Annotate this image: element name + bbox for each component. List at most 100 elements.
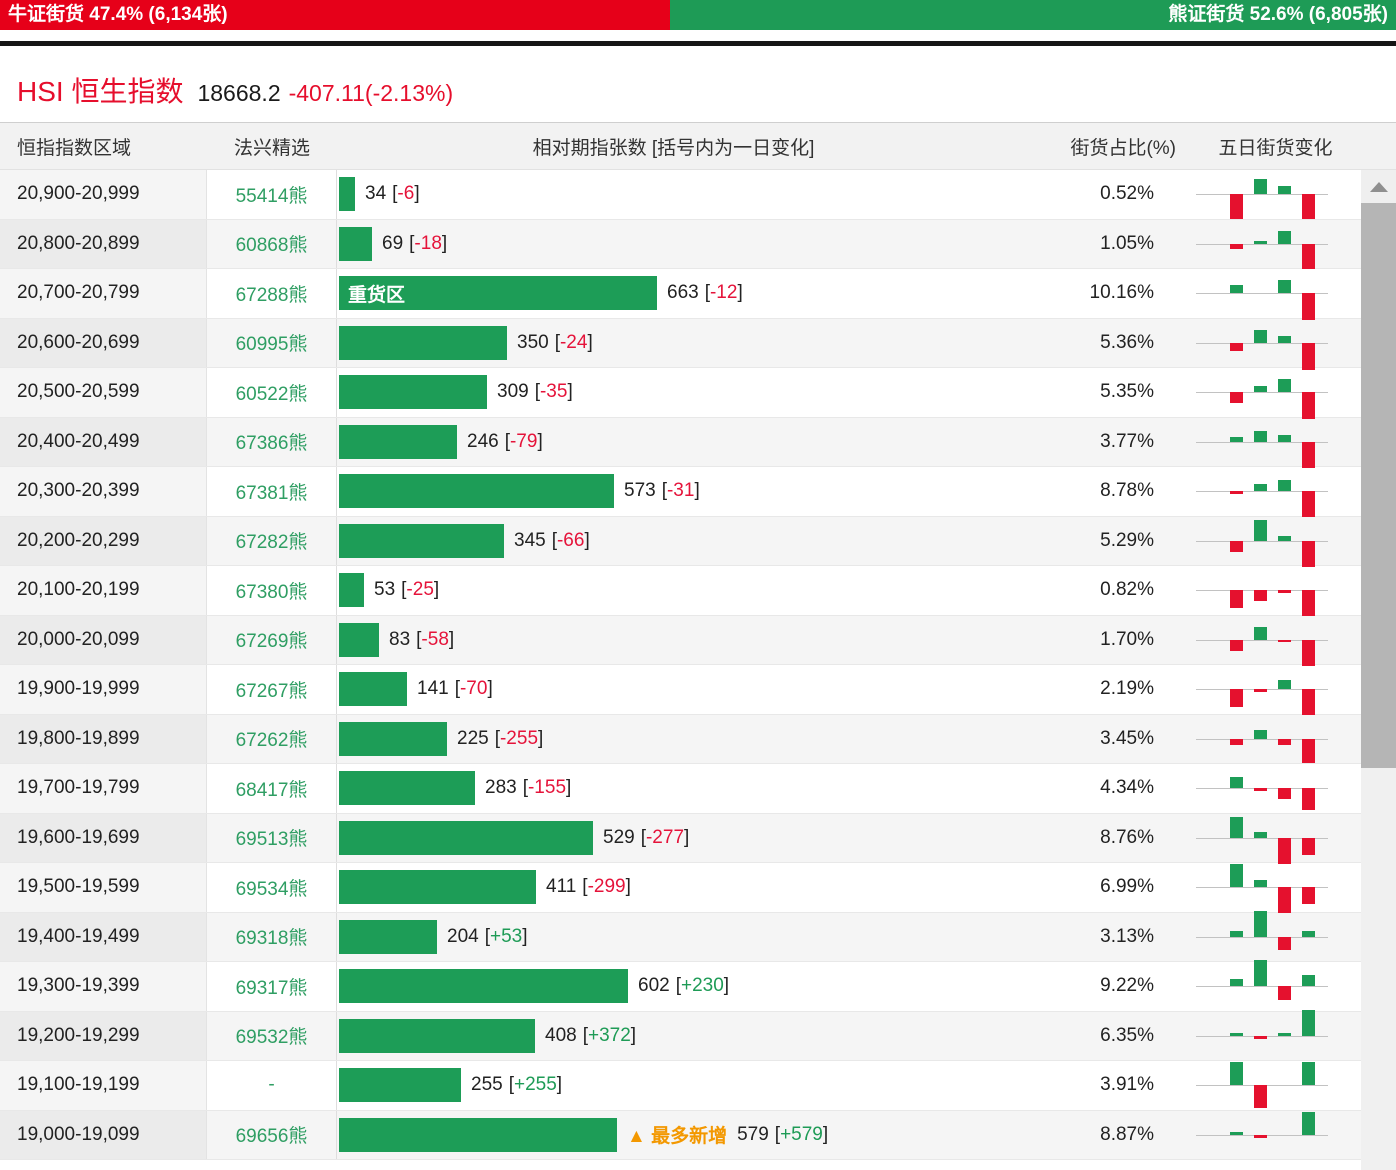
table-row: 19,600-19,699 69513熊 529 [-277] 8.76% (0, 813, 1396, 864)
table-row: 20,800-20,899 60868熊 69 [-18] 1.05% (0, 219, 1396, 269)
five-day-sparkline (1196, 368, 1328, 420)
change-number: -79 (509, 430, 538, 452)
spark-bar-up (1253, 960, 1267, 987)
spark-bar-up (1229, 816, 1243, 838)
code-link[interactable]: 69532熊 (236, 1022, 308, 1049)
vertical-scrollbar[interactable] (1361, 170, 1396, 1170)
code-cell: 69532熊 (207, 1011, 337, 1060)
spark-bar-down (1301, 738, 1315, 763)
pct-cell: 1.05% (1010, 220, 1190, 269)
volume-change: [+53] (484, 925, 528, 947)
pct-value: 6.99% (1100, 876, 1154, 898)
volume-change: [-66] (551, 529, 590, 551)
change-number: -25 (406, 579, 434, 601)
volume-value: 225 (457, 727, 489, 749)
table-row: 19,100-19,199 - 255 [+255] 3.91% (0, 1061, 1396, 1111)
volume-change: [-79] (504, 430, 543, 452)
volume-change: [+255] (508, 1074, 563, 1096)
code-link[interactable]: 69513熊 (236, 824, 308, 851)
scrollbar-thumb[interactable] (1361, 203, 1396, 768)
range-label: 20,600-20,699 (17, 331, 140, 353)
five-day-sparkline (1196, 960, 1328, 1011)
bar-cell: 83 [-58] (337, 616, 1010, 665)
volume-value: 573 (624, 480, 656, 502)
range-label: 19,000-19,099 (17, 1123, 140, 1145)
spark-bar-down (1253, 689, 1267, 693)
code-link[interactable]: 60868熊 (236, 230, 308, 257)
partial-next-row (0, 1160, 1396, 1169)
bar-cell: 602 [+230] (337, 962, 1010, 1011)
volume-change: [-70] (454, 678, 493, 700)
code-cell: 67262熊 (207, 714, 337, 763)
spark-bar-up (1253, 880, 1267, 888)
range-label: 19,800-19,899 (17, 727, 140, 749)
code-link[interactable]: 67282熊 (236, 527, 308, 554)
range-cell: 20,800-20,899 (0, 219, 207, 268)
code-link[interactable]: 69534熊 (236, 874, 308, 901)
change-number: -70 (459, 678, 488, 700)
scroll-up-button[interactable] (1361, 170, 1396, 203)
spark-bar-up (1253, 626, 1267, 640)
volume-bar (339, 820, 593, 855)
spark-bar-down (1277, 887, 1291, 914)
header-range: 恒指指数区域 (17, 137, 132, 159)
range-cell: 20,600-20,699 (0, 318, 207, 367)
range-label: 20,800-20,899 (17, 232, 140, 254)
code-link[interactable]: 69318熊 (236, 923, 308, 950)
volume-bar (339, 177, 355, 212)
spark-cell (1190, 319, 1361, 370)
pct-value: 8.76% (1100, 826, 1154, 848)
five-day-sparkline (1196, 665, 1328, 716)
range-cell: 19,500-19,599 (0, 863, 207, 912)
code-link[interactable]: 69317熊 (236, 973, 308, 1000)
five-day-sparkline (1196, 467, 1328, 518)
code-cell: 60522熊 (207, 368, 337, 417)
spark-bar-down (1301, 491, 1315, 518)
code-link[interactable]: 55414熊 (236, 181, 308, 208)
code-link[interactable]: 67386熊 (236, 428, 308, 455)
spark-bar-down (1229, 342, 1243, 351)
bar-cell: 408 [+372] (337, 1012, 1010, 1061)
code-link[interactable]: 69656熊 (236, 1121, 308, 1148)
pct-cell: 3.77% (1010, 418, 1190, 467)
spark-bar-down (1277, 788, 1291, 800)
volume-value: 69 (382, 232, 404, 254)
volume-change: [+579] (774, 1123, 829, 1145)
spark-cell (1190, 1061, 1361, 1110)
code-link[interactable]: 60995熊 (236, 329, 308, 356)
spark-cell (1190, 616, 1361, 666)
bar-cell: 573 [-31] (337, 467, 1010, 516)
code-link[interactable]: 67267熊 (236, 676, 308, 703)
table-row: 20,200-20,299 67282熊 345 [-66] 5.29% (0, 516, 1396, 567)
range-cell: 20,500-20,599 (0, 368, 207, 417)
code-cell: 69317熊 (207, 962, 337, 1011)
code-link[interactable]: 67269熊 (236, 626, 308, 653)
spark-bar-down (1229, 689, 1243, 708)
spark-bar-down (1301, 639, 1315, 666)
spark-bar-up (1301, 1009, 1315, 1036)
code-link[interactable]: 67381熊 (236, 478, 308, 505)
table-row: 19,800-19,899 67262熊 225 [-255] 3.45% (0, 714, 1396, 764)
spark-cell (1190, 1009, 1361, 1061)
change-number: +579 (780, 1123, 823, 1145)
code-link[interactable]: 67262熊 (236, 725, 308, 752)
volume-value: 345 (514, 529, 546, 551)
range-cell: 20,400-20,499 (0, 417, 207, 466)
spark-bar-up (1277, 335, 1291, 343)
code-link[interactable]: 67288熊 (236, 280, 308, 307)
five-day-sparkline (1196, 1009, 1328, 1061)
change-number: -6 (397, 183, 415, 205)
range-label: 20,300-20,399 (17, 480, 140, 502)
volume-value: 579 (737, 1123, 769, 1145)
pct-cell: 3.13% (1010, 913, 1190, 962)
code-link[interactable]: 60522熊 (236, 379, 308, 406)
code-link[interactable]: 67380熊 (236, 577, 308, 604)
volume-change: [+372] (582, 1024, 637, 1046)
spark-cell (1190, 960, 1361, 1011)
code-link[interactable]: 68417熊 (236, 775, 308, 802)
volume-value: 529 (603, 826, 635, 848)
bar-cell: 529 [-277] (337, 814, 1010, 863)
index-change: -407.11(-2.13%) (288, 80, 454, 106)
spark-bar-up (1229, 436, 1243, 442)
table-row: 19,900-19,999 67267熊 141 [-70] 2.19% (0, 665, 1396, 716)
